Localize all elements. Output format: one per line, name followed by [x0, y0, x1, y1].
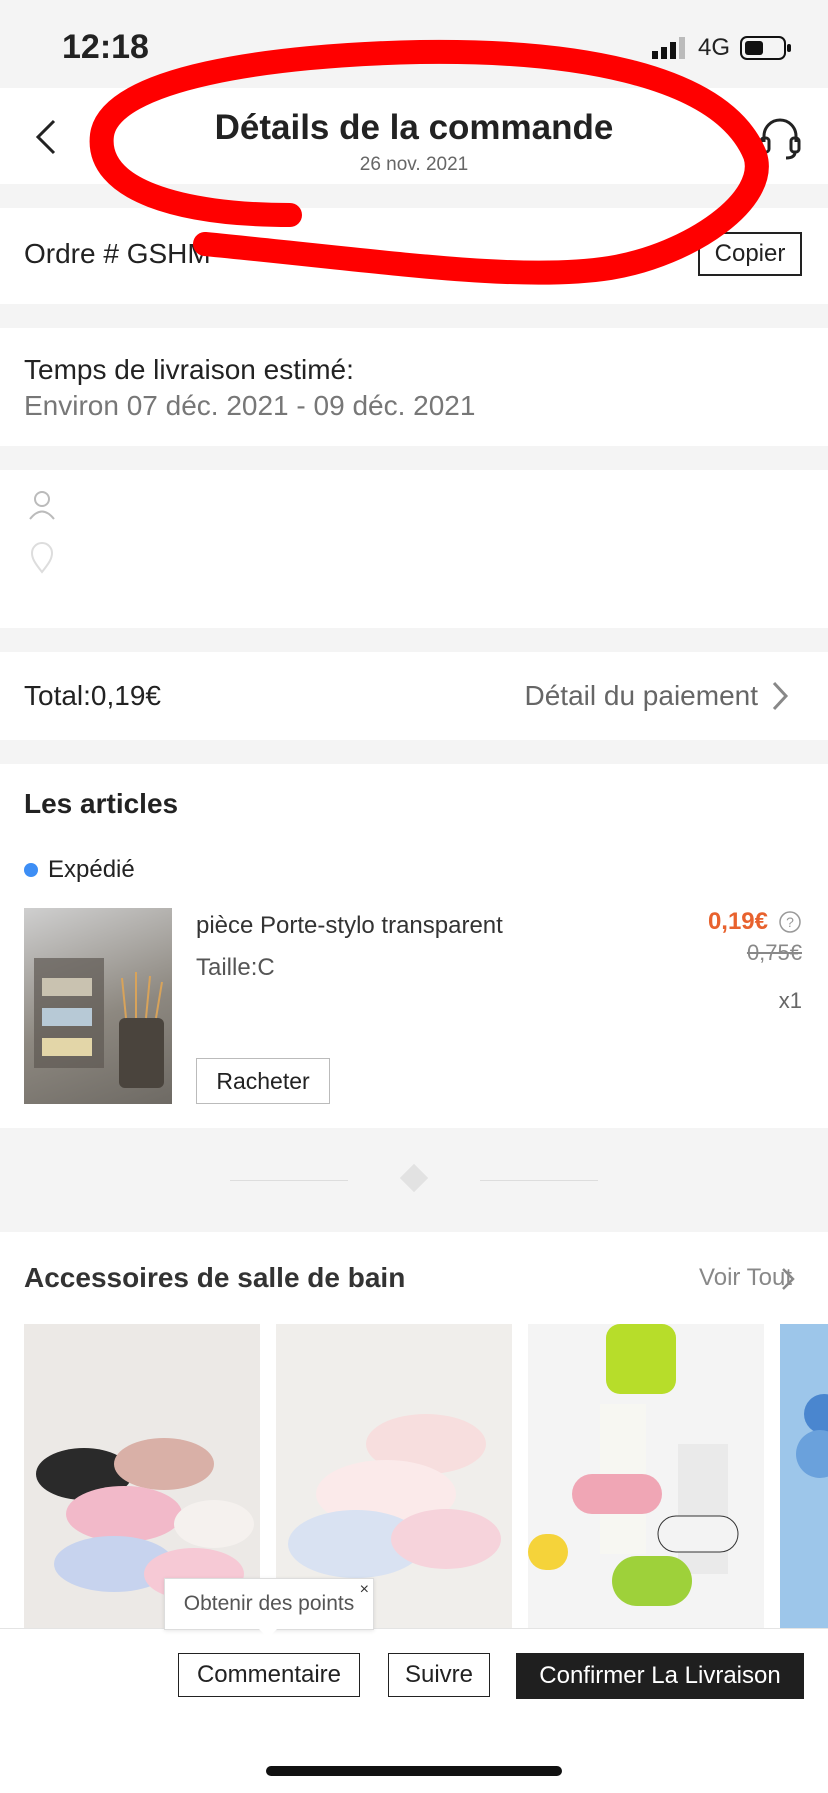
- payment-row[interactable]: Total:0,19€ Détail du paiement: [0, 652, 828, 740]
- delivery-estimate: Temps de livraison estimé: Environ 07 dé…: [0, 328, 828, 446]
- delivery-dates: Environ 07 déc. 2021 - 09 déc. 2021: [24, 390, 476, 421]
- status-dot: [24, 863, 38, 877]
- partial-illustration: [796, 1394, 828, 1478]
- product-price: 0,19€: [707, 908, 768, 935]
- tooltip-pointer: [258, 1628, 278, 1638]
- articles-section: Les articles Expédié pièce Porte-stylo t…: [0, 764, 828, 1128]
- chevron-right-icon: [782, 1268, 795, 1290]
- user-icon: [29, 491, 55, 520]
- help-icon[interactable]: ?: [778, 910, 802, 934]
- tooltip-text: Obtenir des points: [183, 1592, 355, 1615]
- shipping-status: Expédié: [24, 856, 135, 884]
- points-tooltip: Obtenir des points ×: [164, 1578, 374, 1630]
- rebuy-button[interactable]: Racheter: [196, 1058, 330, 1104]
- product-image[interactable]: [24, 908, 172, 1104]
- payment-detail-link[interactable]: Détail du paiement: [525, 680, 758, 712]
- confirm-delivery-button[interactable]: Confirmer La Livraison: [516, 1653, 804, 1699]
- toothpaste-illustration: [528, 1324, 739, 1606]
- chevron-right-icon: [772, 681, 789, 711]
- see-all-link[interactable]: Voir Tout: [699, 1264, 792, 1292]
- svg-text:?: ?: [786, 914, 794, 930]
- order-total: Total:0,19€: [24, 680, 161, 711]
- product-thumb-toothpaste-squeezer[interactable]: [528, 1324, 764, 1632]
- recommendations-title: Accessoires de salle de bain: [24, 1262, 406, 1293]
- comment-button[interactable]: Commentaire: [178, 1653, 360, 1697]
- divider-line-left: [230, 1180, 348, 1181]
- articles-title: Les articles: [24, 788, 179, 819]
- product-size: Taille:C: [196, 954, 275, 981]
- delivery-label: Temps de livraison estimé:: [24, 354, 354, 385]
- product-illustration: [34, 958, 164, 1088]
- red-annotation-circle: [89, 39, 769, 285]
- product-thumb-partial[interactable]: [780, 1324, 828, 1632]
- product-name[interactable]: pièce Porte-stylo transparent: [196, 912, 556, 940]
- shipping-address: [0, 470, 828, 628]
- recommendations-section: Accessoires de salle de bain Voir Tout: [0, 1232, 828, 1632]
- follow-button[interactable]: Suivre: [388, 1653, 490, 1697]
- close-icon[interactable]: ×: [360, 1581, 369, 1599]
- location-icon: [30, 542, 54, 574]
- quantity: x1: [778, 988, 802, 1013]
- status-text: Expédié: [48, 856, 135, 883]
- original-price: 0,75€: [746, 940, 802, 965]
- divider-line-right: [480, 1180, 598, 1181]
- home-indicator: [266, 1766, 562, 1776]
